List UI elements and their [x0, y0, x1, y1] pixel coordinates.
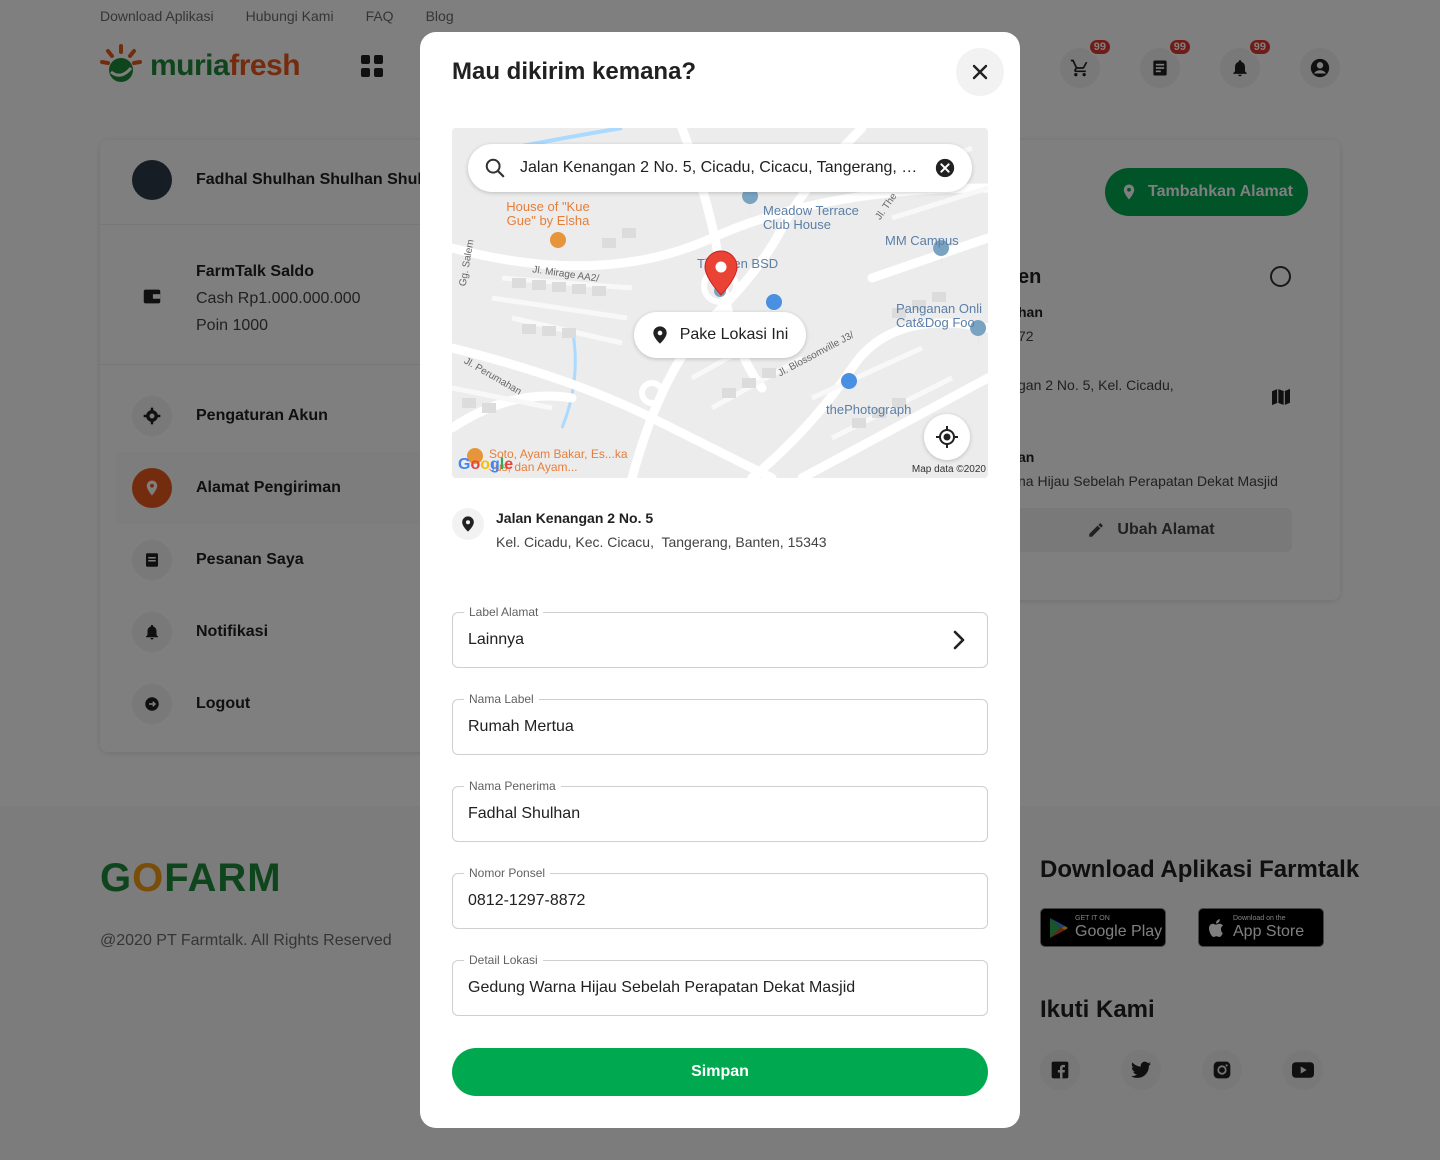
clear-search-icon[interactable]	[934, 157, 956, 179]
location-detail-field[interactable]: Detail Lokasi Gedung Warna Hijau Sebelah…	[452, 953, 988, 1016]
search-icon	[485, 158, 505, 178]
google-logo: Google	[458, 456, 514, 473]
selected-address-detail: Kel. Cicadu, Kec. Cicacu, Tangerang, Ban…	[496, 534, 827, 550]
location-detail-value[interactable]: Gedung Warna Hijau Sebelah Perapatan Dek…	[468, 961, 948, 1015]
address-modal: Mau dikirim kemana? House of "Kue Gue" b…	[420, 32, 1020, 1128]
selected-address-name: Jalan Kenangan 2 No. 5	[496, 510, 654, 526]
location-pin-icon	[653, 326, 667, 344]
crosshair-icon	[936, 426, 958, 448]
use-this-location-label: Pake Lokasi Ini	[679, 326, 789, 343]
map-view[interactable]: House of "Kue Gue" by Elsha Meadow Terra…	[452, 128, 988, 478]
map-attribution: Map data ©2020	[911, 464, 986, 475]
map-label-meadow-terrace: Meadow Terrace Club House	[763, 203, 859, 232]
label-name-value[interactable]: Rumah Mertua	[468, 700, 948, 754]
recipient-name-field[interactable]: Nama Penerima Fadhal Shulhan	[452, 779, 988, 842]
location-pin-icon	[452, 508, 484, 540]
map-label-panganan: Panganan Onli Cat&Dog Foo	[896, 301, 983, 330]
selected-address: Jalan Kenangan 2 No. 5 Kel. Cicadu, Kec.…	[452, 508, 827, 556]
modal-title: Mau dikirim kemana?	[452, 58, 697, 85]
map-search-bar[interactable]: Jalan Kenangan 2 No. 5, Cicadu, Cicacu, …	[468, 144, 972, 192]
map-label-photograph: thePhotograph	[826, 402, 912, 417]
map-label-mm-campus: MM Campus	[885, 233, 959, 248]
map-label-house-of-kue: House of "Kue Gue" by Elsha	[506, 199, 590, 228]
location-marker-icon[interactable]	[704, 250, 738, 296]
close-icon	[972, 64, 988, 80]
recipient-name-value[interactable]: Fadhal Shulhan	[468, 787, 948, 841]
address-label-select[interactable]: Label Alamat Lainnya	[452, 605, 988, 668]
my-location-button[interactable]	[924, 414, 970, 460]
map-search-input[interactable]: Jalan Kenangan 2 No. 5, Cicadu, Cicacu, …	[520, 159, 920, 177]
save-button[interactable]: Simpan	[452, 1048, 988, 1096]
phone-number-field[interactable]: Nomor Ponsel 0812-1297-8872	[452, 866, 988, 929]
use-this-location-button[interactable]: Pake Lokasi Ini	[634, 312, 806, 358]
label-name-field[interactable]: Nama Label Rumah Mertua	[452, 692, 988, 755]
chevron-right-icon	[953, 630, 965, 650]
phone-number-value[interactable]: 0812-1297-8872	[468, 874, 948, 928]
close-button[interactable]	[956, 48, 1004, 96]
address-label-value: Lainnya	[468, 631, 525, 648]
